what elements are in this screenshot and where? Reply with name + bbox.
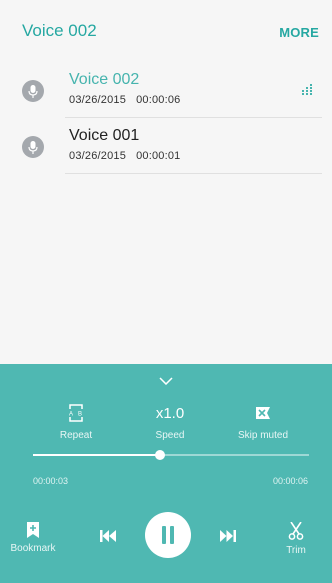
speed-value: x1.0 (155, 404, 185, 422)
skip-previous-icon[interactable] (100, 529, 116, 547)
divider (65, 173, 322, 174)
recording-meta: 03/26/2015 00:00:06 (69, 94, 180, 106)
chevron-down-icon[interactable] (159, 372, 173, 390)
mic-icon (22, 80, 44, 102)
recording-date: 03/26/2015 (69, 150, 127, 162)
recording-date: 03/26/2015 (69, 94, 127, 106)
skip-muted-button[interactable]: Skip muted (223, 402, 303, 441)
app-header: Voice 002 MORE (0, 0, 332, 62)
equalizer-icon (302, 82, 314, 101)
list-item[interactable]: Voice 001 03/26/2015 00:00:01 (0, 118, 332, 174)
skip-muted-label: Skip muted (237, 430, 289, 441)
bookmark-icon (8, 522, 58, 538)
skip-muted-icon (223, 402, 303, 424)
recording-duration: 00:00:01 (136, 150, 181, 162)
player-panel: A B Repeat x1.0 Speed Skip muted 00:00:0… (0, 364, 332, 583)
speed-button[interactable]: x1.0 Speed (130, 402, 210, 442)
seek-bar[interactable] (33, 450, 309, 460)
total-time: 00:00:06 (272, 476, 308, 486)
svg-text:B: B (78, 412, 82, 418)
mic-icon (22, 136, 44, 158)
scissors-icon (276, 522, 316, 540)
recording-name: Voice 001 (69, 127, 140, 144)
more-button[interactable]: MORE (279, 25, 319, 40)
trim-button[interactable]: Trim (276, 522, 316, 556)
seek-thumb[interactable] (154, 450, 165, 460)
current-time: 00:00:03 (33, 476, 69, 486)
svg-text:A: A (69, 412, 73, 418)
skip-next-icon[interactable] (220, 529, 236, 547)
repeat-ab-icon: A B (36, 402, 116, 424)
recording-list: Voice 002 03/26/2015 00:00:06 Voice 001 0… (0, 62, 332, 174)
list-item[interactable]: Voice 002 03/26/2015 00:00:06 (0, 62, 332, 118)
recording-duration: 00:00:06 (136, 94, 181, 106)
repeat-label: Repeat (59, 430, 93, 441)
trim-label: Trim (286, 545, 306, 556)
speed-label: Speed (155, 430, 185, 441)
recording-meta: 03/26/2015 00:00:01 (69, 150, 180, 162)
pause-button[interactable] (145, 512, 191, 558)
bookmark-button[interactable]: Bookmark (8, 522, 58, 554)
seek-progress (33, 454, 160, 456)
repeat-button[interactable]: A B Repeat (36, 402, 116, 441)
pause-icon (162, 526, 174, 544)
recording-name: Voice 002 (69, 71, 140, 88)
bookmark-label: Bookmark (10, 543, 56, 554)
page-title: Voice 002 (22, 21, 97, 40)
